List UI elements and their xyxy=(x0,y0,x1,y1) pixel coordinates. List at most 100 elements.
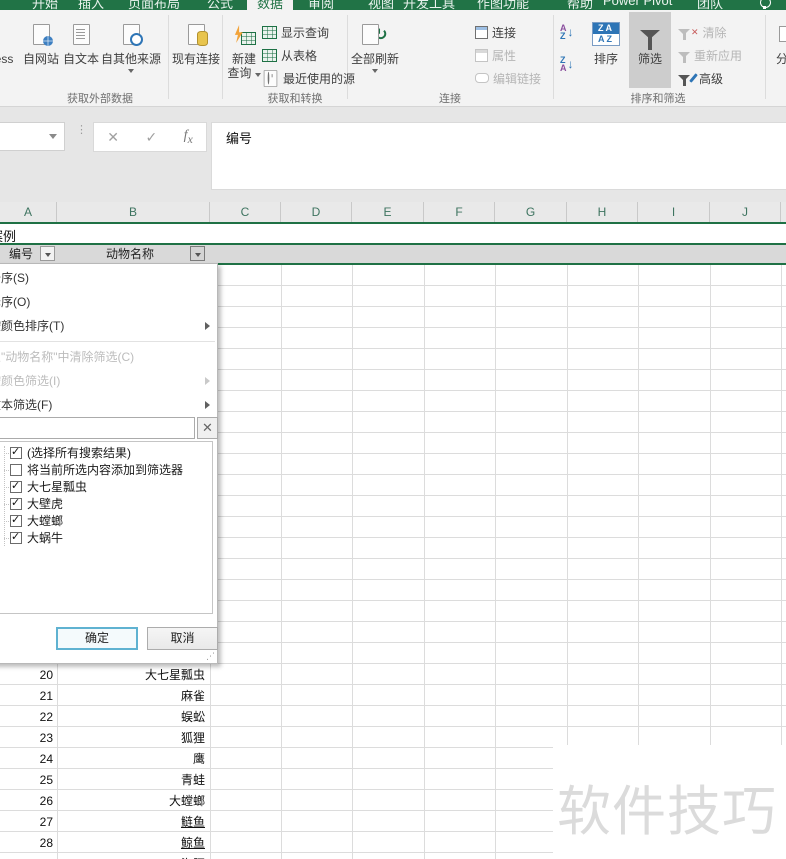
text-to-columns-button[interactable]: 分列 xyxy=(768,12,786,88)
from-text-button[interactable]: 自文本 xyxy=(62,12,100,88)
filter-option-add-to-filter[interactable]: 将当前所选内容添加到筛选器 xyxy=(0,461,212,478)
confirm-entry-icon[interactable]: ✓ xyxy=(145,129,157,146)
menu-item-sort-ascending[interactable]: 升序(S) xyxy=(0,266,217,290)
tab-formulas[interactable]: 公式 xyxy=(207,0,233,10)
menu-item-sort-by-color[interactable]: 按颜色排序(T) xyxy=(0,314,217,338)
filter-dropdown-button-a[interactable] xyxy=(40,246,55,261)
tab-review[interactable]: 审阅 xyxy=(308,0,334,10)
table-row[interactable]: 26 大螳螂 xyxy=(0,791,212,812)
clear-search-icon[interactable]: ✕ xyxy=(197,417,218,439)
column-header-a[interactable]: A xyxy=(0,202,57,222)
cell-animal[interactable]: 鲢鱼 xyxy=(57,812,205,833)
tab-home[interactable]: 开始 xyxy=(32,0,58,10)
checkbox-icon[interactable] xyxy=(10,513,22,527)
from-other-sources-button[interactable]: 自其他来源 xyxy=(100,12,162,88)
table-row[interactable]: 28 鲸鱼 xyxy=(0,833,212,854)
column-header-i[interactable]: I xyxy=(638,202,710,222)
checkbox-icon[interactable] xyxy=(10,479,22,493)
formula-bar-splitter[interactable]: ⋮ xyxy=(76,125,87,136)
filter-option-snail[interactable]: 大蜗牛 xyxy=(0,529,212,546)
table-row[interactable]: 27 鲢鱼 xyxy=(0,812,212,833)
cell-number[interactable]: 27 xyxy=(0,812,53,833)
sort-button[interactable]: ZA AZ 排序 xyxy=(583,12,629,88)
filter-option-mantis[interactable]: 大螳螂 xyxy=(0,512,212,529)
cell-animal[interactable]: 狐狸 xyxy=(57,728,205,749)
from-table-button[interactable]: 从表格 xyxy=(262,45,317,65)
tab-data-active[interactable]: 数据 xyxy=(247,0,293,10)
tab-power-pivot[interactable]: Power Pivot xyxy=(603,0,672,8)
tab-page-layout[interactable]: 页面布局 xyxy=(128,0,180,10)
column-header-h[interactable]: H xyxy=(567,202,638,222)
connections-button[interactable]: 连接 xyxy=(475,22,516,42)
resize-handle[interactable]: ⋰ xyxy=(205,651,216,662)
ok-button[interactable]: 确定 xyxy=(56,627,138,650)
table-row[interactable]: 29 海豚 xyxy=(0,854,212,859)
cell-number[interactable]: 26 xyxy=(0,791,53,812)
filter-option-gecko[interactable]: 大壁虎 xyxy=(0,495,212,512)
column-header-d[interactable]: D xyxy=(281,202,352,222)
table-row[interactable]: 20 大七星瓢虫 xyxy=(0,665,212,686)
cell-animal[interactable]: 大七星瓢虫 xyxy=(57,665,205,686)
filter-option-select-all[interactable]: (选择所有搜索结果) xyxy=(0,444,212,461)
checkbox-icon[interactable] xyxy=(10,445,22,459)
cell-animal[interactable]: 海豚 xyxy=(57,854,205,859)
tell-me-icon[interactable] xyxy=(760,0,771,9)
column-header-b[interactable]: B xyxy=(57,202,210,222)
column-header-f[interactable]: F xyxy=(424,202,495,222)
tab-team[interactable]: 团队 xyxy=(697,0,723,10)
new-query-button[interactable]: 新建 查询 xyxy=(226,12,262,88)
sort-ascending-button[interactable]: A Z ↓ xyxy=(560,24,574,41)
recent-sources-button[interactable]: 最近使用的源 xyxy=(262,68,355,88)
cell-animal[interactable]: 青蛙 xyxy=(57,770,205,791)
column-header-j[interactable]: J xyxy=(710,202,781,222)
table-row[interactable]: 23 狐狸 xyxy=(0,728,212,749)
cell-number[interactable]: 22 xyxy=(0,707,53,728)
tab-view[interactable]: 视图 xyxy=(368,0,394,10)
table-row[interactable]: 21 麻雀 xyxy=(0,686,212,707)
cell-animal[interactable]: 蜈蚣 xyxy=(57,707,205,728)
cell-number[interactable]: 28 xyxy=(0,833,53,854)
cell-animal[interactable]: 大螳螂 xyxy=(57,791,205,812)
checkbox-icon[interactable] xyxy=(10,496,22,510)
filter-dropdown-button-b[interactable] xyxy=(190,246,205,261)
column-header-e[interactable]: E xyxy=(352,202,424,222)
show-queries-button[interactable]: 显示查询 xyxy=(262,22,329,42)
from-web-button[interactable]: 自网站 xyxy=(20,12,62,88)
column-header-g[interactable]: G xyxy=(495,202,567,222)
advanced-filter-button[interactable]: 高级 xyxy=(678,68,723,88)
tab-insert[interactable]: 插入 xyxy=(78,0,104,10)
filter-button-active[interactable]: 筛选 xyxy=(629,12,671,88)
table-row[interactable]: 22 蜈蚣 xyxy=(0,707,212,728)
column-header-c[interactable]: C xyxy=(210,202,281,222)
checkbox-icon[interactable] xyxy=(10,530,22,544)
cell-number[interactable]: 23 xyxy=(0,728,53,749)
tab-help[interactable]: 帮助 xyxy=(567,0,593,10)
existing-connections-button[interactable]: 现有连接 xyxy=(172,12,220,88)
cancel-entry-icon[interactable]: ✕ xyxy=(107,129,119,146)
refresh-all-button[interactable]: ↻ 全部刷新 xyxy=(351,12,399,88)
cell-number[interactable]: 21 xyxy=(0,686,53,707)
header-cell-animal-name[interactable]: 动物名称 xyxy=(88,245,172,263)
from-access-button[interactable]: 自Access xyxy=(0,12,13,88)
cell-number[interactable]: 24 xyxy=(0,749,53,770)
cancel-button[interactable]: 取消 xyxy=(147,627,218,650)
cell-number[interactable]: 20 xyxy=(0,665,53,686)
filter-search-input[interactable] xyxy=(0,417,195,439)
sort-descending-button[interactable]: Z A ↓ xyxy=(560,56,574,73)
menu-item-sort-descending[interactable]: 降序(O) xyxy=(0,290,217,314)
cell-animal[interactable]: 麻雀 xyxy=(57,686,205,707)
filter-option-ladybug[interactable]: 大七星瓢虫 xyxy=(0,478,212,495)
checkbox-icon[interactable] xyxy=(10,463,22,476)
name-box[interactable] xyxy=(0,122,65,151)
cell-number[interactable]: 29 xyxy=(0,854,53,859)
insert-function-icon[interactable]: fx xyxy=(184,128,193,146)
cell-animal[interactable]: 鲸鱼 xyxy=(57,833,205,854)
table-row[interactable]: 25 青蛙 xyxy=(0,770,212,791)
formula-bar[interactable]: 编号 xyxy=(211,122,786,190)
tab-drawing[interactable]: 作图功能 xyxy=(477,0,529,10)
cell-animal[interactable]: 鹰 xyxy=(57,749,205,770)
cell-number[interactable]: 25 xyxy=(0,770,53,791)
menu-item-text-filters[interactable]: 文本筛选(F) xyxy=(0,393,217,417)
header-cell-number[interactable]: 编号 xyxy=(4,245,38,263)
tab-developer[interactable]: 开发工具 xyxy=(403,0,455,10)
